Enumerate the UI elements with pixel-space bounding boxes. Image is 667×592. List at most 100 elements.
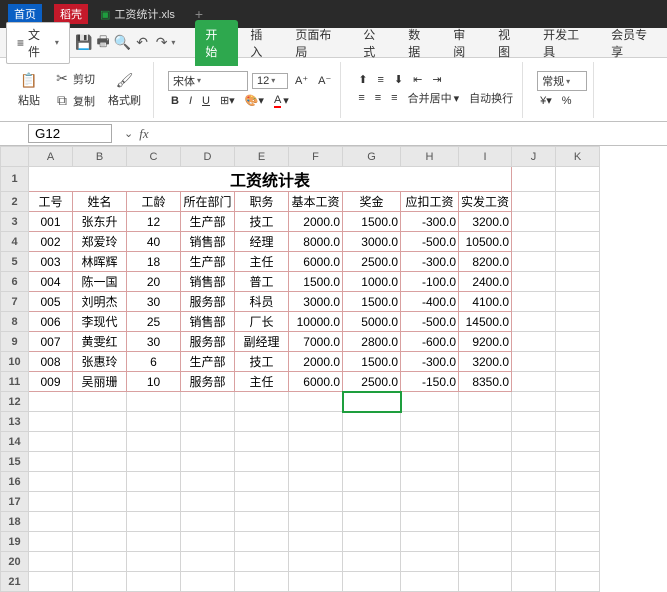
cell-A9[interactable]: 007 (29, 332, 73, 352)
cell-C12[interactable] (127, 392, 181, 412)
cell-D11[interactable]: 服务部 (181, 372, 235, 392)
cell-I18[interactable] (459, 512, 512, 532)
cell-I7[interactable]: 4100.0 (459, 292, 512, 312)
cell-F12[interactable] (289, 392, 343, 412)
decrease-font-button[interactable]: A⁻ (315, 73, 334, 88)
row-header-6[interactable]: 6 (1, 272, 29, 292)
cell-G6[interactable]: 1000.0 (343, 272, 401, 292)
row-header-13[interactable]: 13 (1, 412, 29, 432)
cell-I16[interactable] (459, 472, 512, 492)
cell-B6[interactable]: 陈一国 (73, 272, 127, 292)
cell-I14[interactable] (459, 432, 512, 452)
row-header-21[interactable]: 21 (1, 572, 29, 592)
cell-A3[interactable]: 001 (29, 212, 73, 232)
ribbon-tab-1[interactable]: 插入 (240, 20, 283, 66)
cell-A13[interactable] (29, 412, 73, 432)
cell-G3[interactable]: 1500.0 (343, 212, 401, 232)
row-header-19[interactable]: 19 (1, 532, 29, 552)
cell-D5[interactable]: 生产部 (181, 252, 235, 272)
cell-H8[interactable]: -500.0 (401, 312, 459, 332)
indent-increase-button[interactable]: ⇥ (429, 72, 444, 87)
increase-font-button[interactable]: A⁺ (292, 73, 311, 88)
cell-E2[interactable]: 职务 (235, 192, 289, 212)
cell-H13[interactable] (401, 412, 459, 432)
row-header-1[interactable]: 1 (1, 167, 29, 192)
cell-H4[interactable]: -500.0 (401, 232, 459, 252)
cell-H21[interactable] (401, 572, 459, 592)
row-header-4[interactable]: 4 (1, 232, 29, 252)
cell-A11[interactable]: 009 (29, 372, 73, 392)
redo-icon[interactable]: ↷ (152, 33, 171, 53)
cell-K2[interactable] (556, 192, 600, 212)
cell-H7[interactable]: -400.0 (401, 292, 459, 312)
cell-A18[interactable] (29, 512, 73, 532)
cell-D20[interactable] (181, 552, 235, 572)
cell-J20[interactable] (512, 552, 556, 572)
cell-C8[interactable]: 25 (127, 312, 181, 332)
col-header-A[interactable]: A (29, 147, 73, 167)
cell-C18[interactable] (127, 512, 181, 532)
percent-button[interactable]: % (559, 94, 575, 108)
row-header-9[interactable]: 9 (1, 332, 29, 352)
ribbon-tab-0[interactable]: 开始 (195, 20, 238, 66)
cell-B4[interactable]: 郑爱玲 (73, 232, 127, 252)
cell-J8[interactable] (512, 312, 556, 332)
col-header-K[interactable]: K (556, 147, 600, 167)
cell-F11[interactable]: 6000.0 (289, 372, 343, 392)
titlebar-file-tab[interactable]: ▣ 工资统计.xls (100, 6, 175, 22)
cell-J21[interactable] (512, 572, 556, 592)
preview-icon[interactable]: 🔍 (113, 33, 132, 53)
file-menu[interactable]: ≡ 文件 ▾ (6, 22, 70, 64)
fx-icon[interactable]: fx (139, 126, 148, 142)
cell-H14[interactable] (401, 432, 459, 452)
cell-B16[interactable] (73, 472, 127, 492)
cell-F10[interactable]: 2000.0 (289, 352, 343, 372)
align-right-button[interactable]: ≡ (388, 91, 400, 105)
cell-D6[interactable]: 销售部 (181, 272, 235, 292)
cell-K13[interactable] (556, 412, 600, 432)
cell-I2[interactable]: 实发工资 (459, 192, 512, 212)
cell-I15[interactable] (459, 452, 512, 472)
cell-J5[interactable] (512, 252, 556, 272)
cell-E3[interactable]: 技工 (235, 212, 289, 232)
cell-C11[interactable]: 10 (127, 372, 181, 392)
cell-E15[interactable] (235, 452, 289, 472)
print-icon[interactable]: 🖶 (93, 33, 112, 53)
row-header-17[interactable]: 17 (1, 492, 29, 512)
cell-A6[interactable]: 004 (29, 272, 73, 292)
cell-D7[interactable]: 服务部 (181, 292, 235, 312)
cell-J14[interactable] (512, 432, 556, 452)
cell-A19[interactable] (29, 532, 73, 552)
italic-button[interactable]: I (186, 94, 195, 108)
cell-E17[interactable] (235, 492, 289, 512)
cell-H9[interactable]: -600.0 (401, 332, 459, 352)
row-header-20[interactable]: 20 (1, 552, 29, 572)
cell-G11[interactable]: 2500.0 (343, 372, 401, 392)
cell-J7[interactable] (512, 292, 556, 312)
cell-H3[interactable]: -300.0 (401, 212, 459, 232)
cell-I8[interactable]: 14500.0 (459, 312, 512, 332)
align-center-button[interactable]: ≡ (372, 91, 384, 105)
cell-K3[interactable] (556, 212, 600, 232)
undo-icon[interactable]: ↶ (132, 33, 151, 53)
cell-D4[interactable]: 销售部 (181, 232, 235, 252)
cell-J15[interactable] (512, 452, 556, 472)
cell-E7[interactable]: 科员 (235, 292, 289, 312)
cell-B8[interactable]: 李现代 (73, 312, 127, 332)
cell-I11[interactable]: 8350.0 (459, 372, 512, 392)
cell-C5[interactable]: 18 (127, 252, 181, 272)
cell-C20[interactable] (127, 552, 181, 572)
copy-button[interactable]: ⧉ 复制 (50, 91, 98, 111)
cell-I19[interactable] (459, 532, 512, 552)
cell-H20[interactable] (401, 552, 459, 572)
cell-E18[interactable] (235, 512, 289, 532)
cell-I13[interactable] (459, 412, 512, 432)
col-header-G[interactable]: G (343, 147, 401, 167)
paste-button[interactable]: 📋 粘贴 (12, 70, 46, 110)
cell-K21[interactable] (556, 572, 600, 592)
cell-G16[interactable] (343, 472, 401, 492)
cell-E19[interactable] (235, 532, 289, 552)
cell-C6[interactable]: 20 (127, 272, 181, 292)
col-header-D[interactable]: D (181, 147, 235, 167)
cell-F2[interactable]: 基本工资 (289, 192, 343, 212)
